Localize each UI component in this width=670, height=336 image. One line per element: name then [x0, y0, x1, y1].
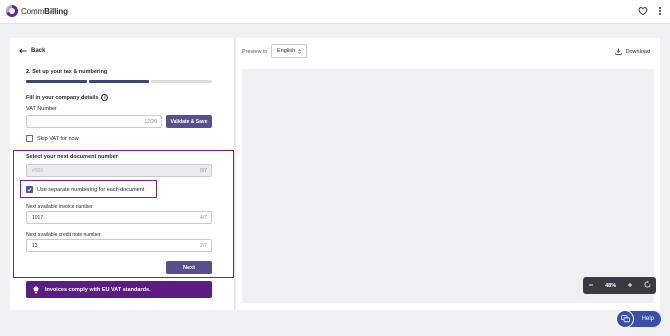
- skip-vat-checkbox[interactable]: [26, 135, 33, 142]
- zoom-level: 48%: [605, 282, 617, 289]
- help-label: Help: [641, 316, 654, 322]
- skip-vat-option[interactable]: Skip VAT for now: [26, 135, 79, 142]
- validate-save-button[interactable]: Validate & Save: [166, 115, 212, 128]
- zoom-in-button[interactable]: [627, 282, 633, 290]
- top-bar: CommBilling: [0, 0, 670, 24]
- zoom-controls: 48%: [583, 277, 656, 294]
- info-icon[interactable]: i: [101, 94, 109, 101]
- vat-number-input[interactable]: 12/20: [26, 115, 162, 128]
- download-label: Download: [625, 48, 650, 55]
- invoice-number-value: 1017: [32, 215, 44, 221]
- vat-label: VAT Number: [26, 106, 57, 112]
- kebab-menu-icon[interactable]: [658, 6, 662, 16]
- brand-logo[interactable]: CommBilling: [6, 5, 68, 17]
- invoice-preview-canvas: [242, 69, 654, 303]
- document-number-title: Select your next document number: [26, 154, 118, 160]
- invoice-number-label: Next available invoice number: [26, 204, 93, 210]
- language-value: English: [276, 48, 296, 54]
- vat-compliance-banner: Invoices comply with EU VAT standards.: [26, 281, 212, 298]
- credit-note-number-label: Next available credit note number: [26, 232, 101, 238]
- step-title: 2. Set up your tax & numbering: [26, 69, 108, 75]
- skip-vat-label: Skip VAT for now: [37, 135, 79, 142]
- preview-panel: Preview in English Download: [236, 38, 660, 310]
- next-button[interactable]: Next: [166, 261, 212, 274]
- plus-icon: [627, 282, 632, 287]
- document-number-placeholder: #000: [32, 168, 44, 174]
- separate-numbering-label: Use separate numbering for each document: [37, 186, 145, 193]
- download-icon: [614, 48, 622, 55]
- document-number-input[interactable]: #000 0/7: [26, 164, 212, 177]
- back-arrow-icon: [19, 48, 27, 54]
- progress-segment-2: [88, 80, 150, 83]
- reset-icon: [644, 281, 651, 288]
- separate-numbering-option[interactable]: Use separate numbering for each document: [26, 186, 144, 193]
- chat-bubble[interactable]: [616, 310, 634, 328]
- download-button[interactable]: Download: [614, 48, 650, 55]
- preview-label: Preview in: [242, 49, 268, 55]
- logo-mark-icon: [6, 5, 18, 17]
- company-details-title: Fill in your company details i: [26, 94, 109, 101]
- credit-note-number-value: 13: [32, 243, 38, 249]
- progress-segment-3: [151, 80, 213, 83]
- zoom-out-button[interactable]: [588, 282, 594, 290]
- back-button[interactable]: Back: [19, 48, 45, 54]
- progress-segment-1: [26, 80, 87, 83]
- heart-icon[interactable]: [638, 6, 648, 16]
- invoice-number-input[interactable]: 1017 4/7: [26, 211, 212, 224]
- check-icon: [27, 187, 32, 192]
- chat-icon: [620, 315, 630, 323]
- top-actions: [638, 6, 662, 16]
- separate-numbering-checkbox[interactable]: [26, 186, 33, 193]
- credit-note-number-input[interactable]: 13 2/7: [26, 239, 212, 252]
- brand-name: CommBilling: [21, 6, 68, 16]
- credit-note-number-counter: 2/7: [200, 243, 207, 249]
- zoom-reset-button[interactable]: [644, 281, 651, 290]
- back-label: Back: [31, 48, 46, 54]
- invoice-number-counter: 4/7: [200, 215, 207, 221]
- minus-icon: [589, 284, 594, 285]
- company-details-label: Fill in your company details: [26, 94, 99, 101]
- vat-char-counter: 12/20: [144, 119, 157, 125]
- language-select[interactable]: English: [271, 44, 307, 58]
- step-progress-bar: [26, 80, 213, 83]
- document-number-counter: 0/7: [200, 168, 207, 174]
- banner-text: Invoices comply with EU VAT standards.: [45, 286, 151, 293]
- sort-icon: [298, 48, 301, 54]
- bulb-icon: [33, 286, 39, 293]
